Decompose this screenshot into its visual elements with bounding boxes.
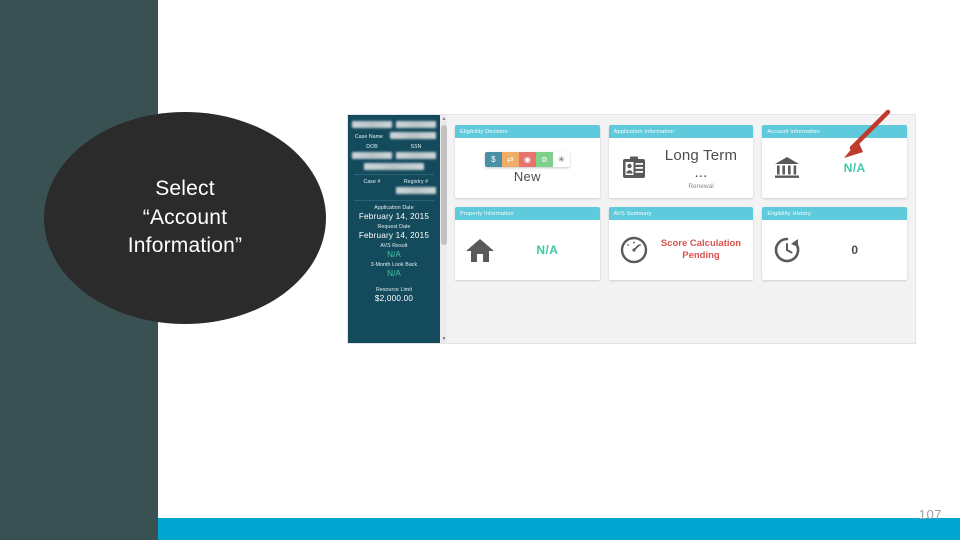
field-value: N/A [387, 250, 401, 259]
sidebar-field: Resource Limit $2,000.00 [352, 287, 436, 303]
dob-ssn-label-row: DOB SSN [352, 141, 436, 150]
slide-canvas: 107 Case Name DOB SSN Case # Registry # … [0, 0, 960, 540]
instruction-callout: Select “Account Information” [44, 112, 326, 324]
field-label: Request Date [377, 224, 411, 230]
field-value: N/A [387, 269, 401, 278]
card-body: N/A [455, 220, 600, 280]
field-label: Resource Limit [376, 287, 412, 293]
scroll-up-icon[interactable]: ▲ [441, 115, 447, 123]
alert-step-icon[interactable]: ◉ [518, 152, 536, 167]
case-summary-sidebar: Case Name DOB SSN Case # Registry # Appl… [348, 115, 440, 343]
house-icon [463, 237, 497, 264]
field-label: AVS Result [380, 243, 408, 249]
card-value-group: 0 [810, 243, 899, 257]
sidebar-field: 3-Month Look Back N/A [352, 262, 436, 278]
settings-step-icon[interactable]: ✳ [552, 152, 570, 167]
sidebar-field: Request Date February 14, 2015 [352, 224, 436, 240]
scrollbar-thumb[interactable] [441, 125, 447, 245]
field-label: 3-Month Look Back [370, 262, 418, 268]
card-value: Long Term ... [664, 146, 738, 181]
card-title: Eligibility Decision [455, 125, 600, 138]
instruction-text: Select “Account Information” [127, 176, 243, 258]
card-body: 0 [762, 220, 907, 280]
sidebar-divider [354, 174, 434, 175]
approved-step-icon[interactable]: ⊜ [535, 152, 553, 167]
dob-ssn-value-row [352, 150, 436, 161]
bank-icon [770, 155, 804, 181]
redacted-name-row [352, 119, 436, 130]
sidebar-field: AVS Result N/A [352, 243, 436, 259]
sidebar-divider [354, 200, 434, 201]
dollar-step-icon[interactable]: $ [484, 152, 502, 167]
card-value-group: Long Term ... Renewal [657, 147, 746, 190]
case-name-label: Case Name [354, 134, 384, 140]
card-body: $ ⇄ ◉ ⊜ ✳ New [455, 138, 600, 198]
card-title: Property Information [455, 207, 600, 220]
card-eligibility-decision[interactable]: Eligibility Decision $ ⇄ ◉ ⊜ ✳ New [455, 125, 600, 198]
field-label: Application Date [374, 205, 414, 211]
redacted-field [396, 121, 436, 128]
card-value: N/A [536, 243, 559, 257]
card-avs-summary[interactable]: AVS Summary Score Calculation Pending [608, 207, 754, 280]
card-eligibility-history[interactable]: Eligibility History 0 [762, 207, 907, 280]
card-value: New [513, 169, 541, 184]
card-value-group: N/A [503, 243, 592, 257]
redacted-ssn [396, 152, 436, 159]
sidebar-field: Application Date February 14, 2015 [352, 205, 436, 221]
redacted-case-name [390, 132, 436, 139]
slide-bottom-bar [158, 518, 960, 540]
id-card-icon [617, 154, 651, 182]
clock-history-icon [770, 236, 804, 264]
pointer-arrow-icon [836, 108, 896, 169]
case-name-row: Case Name [352, 130, 436, 141]
sidebar-scrollbar[interactable]: ▲ ▼ [440, 115, 447, 343]
field-value: February 14, 2015 [358, 231, 430, 240]
redacted-dob [352, 152, 392, 159]
case-number-label: Case # [363, 179, 381, 185]
card-body: Score Calculation Pending [609, 220, 754, 280]
decision-steps-icon[interactable]: $ ⇄ ◉ ⊜ ✳ [484, 152, 570, 167]
card-application-information[interactable]: Application Information Long Term ... Re… [608, 125, 754, 198]
scroll-down-icon[interactable]: ▼ [441, 335, 447, 343]
field-value: $2,000.00 [374, 294, 414, 303]
card-title: Application Information [608, 125, 754, 138]
redacted-address [364, 163, 424, 170]
pending-step-icon[interactable]: ⇄ [501, 152, 519, 167]
card-value-group: Score Calculation Pending [657, 238, 746, 262]
card-title: Eligibility History [762, 207, 907, 220]
card-value: 0 [851, 243, 858, 257]
card-property-information[interactable]: Property Information N/A [455, 207, 600, 280]
card-body: Long Term ... Renewal [609, 138, 754, 198]
card-value: Score Calculation Pending [660, 238, 742, 261]
page-number: 107 [918, 507, 942, 522]
case-registry-value-row [352, 185, 436, 196]
card-title: AVS Summary [608, 207, 754, 220]
application-screenshot: Case Name DOB SSN Case # Registry # Appl… [348, 115, 915, 343]
field-value: February 14, 2015 [358, 212, 430, 221]
gauge-icon [617, 236, 651, 264]
redacted-field [352, 121, 392, 128]
redacted-registry-number [396, 187, 436, 194]
card-subvalue: Renewal [688, 182, 714, 190]
